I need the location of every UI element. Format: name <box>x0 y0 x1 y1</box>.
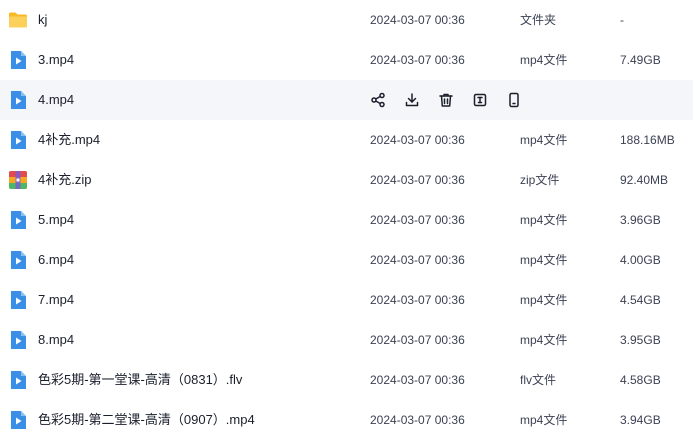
file-type: mp4文件 <box>520 53 568 67</box>
mobile-icon[interactable] <box>504 90 524 110</box>
file-size: 4.54GB <box>620 293 661 307</box>
file-row[interactable]: 4.mp4 <box>0 80 693 120</box>
file-size: 4.00GB <box>620 253 661 267</box>
file-name[interactable]: kj <box>38 0 47 40</box>
file-date: 2024-03-07 00:36 <box>370 133 465 147</box>
file-date: 2024-03-07 00:36 <box>370 293 465 307</box>
rename-icon[interactable] <box>470 90 490 110</box>
video-file-icon <box>7 289 29 311</box>
file-name[interactable]: 7.mp4 <box>38 280 74 320</box>
zip-file-icon <box>7 169 29 191</box>
row-actions <box>368 90 538 110</box>
file-size: 7.49GB <box>620 53 661 67</box>
file-date: 2024-03-07 00:36 <box>370 213 465 227</box>
video-file-icon <box>7 129 29 151</box>
file-name[interactable]: 色彩5期-第二堂课-高清（0907）.mp4 <box>38 400 255 440</box>
video-file-icon <box>7 49 29 71</box>
file-date: 2024-03-07 00:36 <box>370 53 465 67</box>
file-date: 2024-03-07 00:36 <box>370 413 465 427</box>
file-row[interactable]: 3.mp4 2024-03-07 00:36 mp4文件 7.49GB <box>0 40 693 80</box>
file-name[interactable]: 3.mp4 <box>38 40 74 80</box>
file-name[interactable]: 4补充.zip <box>38 160 91 200</box>
file-row[interactable]: 7.mp4 2024-03-07 00:36 mp4文件 4.54GB <box>0 280 693 320</box>
file-type: flv文件 <box>520 373 557 387</box>
file-row[interactable]: 8.mp4 2024-03-07 00:36 mp4文件 3.95GB <box>0 320 693 360</box>
file-row[interactable]: 4补充.zip 2024-03-07 00:36 zip文件 92.40MB <box>0 160 693 200</box>
file-row[interactable]: 4补充.mp4 2024-03-07 00:36 mp4文件 188.16MB <box>0 120 693 160</box>
file-row[interactable]: kj 2024-03-07 00:36 文件夹 - <box>0 0 693 40</box>
file-type: mp4文件 <box>520 333 568 347</box>
file-date: 2024-03-07 00:36 <box>370 373 465 387</box>
file-name[interactable]: 色彩5期-第一堂课-高清（0831）.flv <box>38 360 242 400</box>
video-file-icon <box>7 89 29 111</box>
file-name[interactable]: 4补充.mp4 <box>38 120 100 160</box>
file-date: 2024-03-07 00:36 <box>370 13 465 27</box>
video-file-icon <box>7 249 29 271</box>
file-list: kj 2024-03-07 00:36 文件夹 - 3.mp4 2024-03-… <box>0 0 693 445</box>
file-size: - <box>620 13 624 27</box>
video-file-icon <box>7 209 29 231</box>
download-icon[interactable] <box>402 90 422 110</box>
file-size: 3.94GB <box>620 413 661 427</box>
file-type: mp4文件 <box>520 253 568 267</box>
file-date: 2024-03-07 00:36 <box>370 253 465 267</box>
file-type: mp4文件 <box>520 213 568 227</box>
file-type: mp4文件 <box>520 293 568 307</box>
delete-icon[interactable] <box>436 90 456 110</box>
file-date: 2024-03-07 00:36 <box>370 333 465 347</box>
file-size: 3.96GB <box>620 213 661 227</box>
video-file-icon <box>7 329 29 351</box>
video-file-icon <box>7 409 29 431</box>
file-name[interactable]: 6.mp4 <box>38 240 74 280</box>
file-size: 4.58GB <box>620 373 661 387</box>
file-size: 188.16MB <box>620 133 675 147</box>
file-row[interactable]: 色彩5期-第一堂课-高清（0831）.flv 2024-03-07 00:36 … <box>0 360 693 400</box>
file-type: 文件夹 <box>520 13 557 27</box>
file-row[interactable]: 色彩5期-第二堂课-高清（0907）.mp4 2024-03-07 00:36 … <box>0 400 693 440</box>
file-size: 92.40MB <box>620 173 669 187</box>
file-date: 2024-03-07 00:36 <box>370 173 465 187</box>
file-row[interactable]: 6.mp4 2024-03-07 00:36 mp4文件 4.00GB <box>0 240 693 280</box>
file-name[interactable]: 5.mp4 <box>38 200 74 240</box>
file-row[interactable]: 5.mp4 2024-03-07 00:36 mp4文件 3.96GB <box>0 200 693 240</box>
video-file-icon <box>7 369 29 391</box>
folder-icon <box>7 9 29 31</box>
file-name[interactable]: 8.mp4 <box>38 320 74 360</box>
file-type: mp4文件 <box>520 413 568 427</box>
share-icon[interactable] <box>368 90 388 110</box>
file-type: zip文件 <box>520 173 560 187</box>
file-size: 3.95GB <box>620 333 661 347</box>
file-name[interactable]: 4.mp4 <box>38 80 74 120</box>
file-type: mp4文件 <box>520 133 568 147</box>
